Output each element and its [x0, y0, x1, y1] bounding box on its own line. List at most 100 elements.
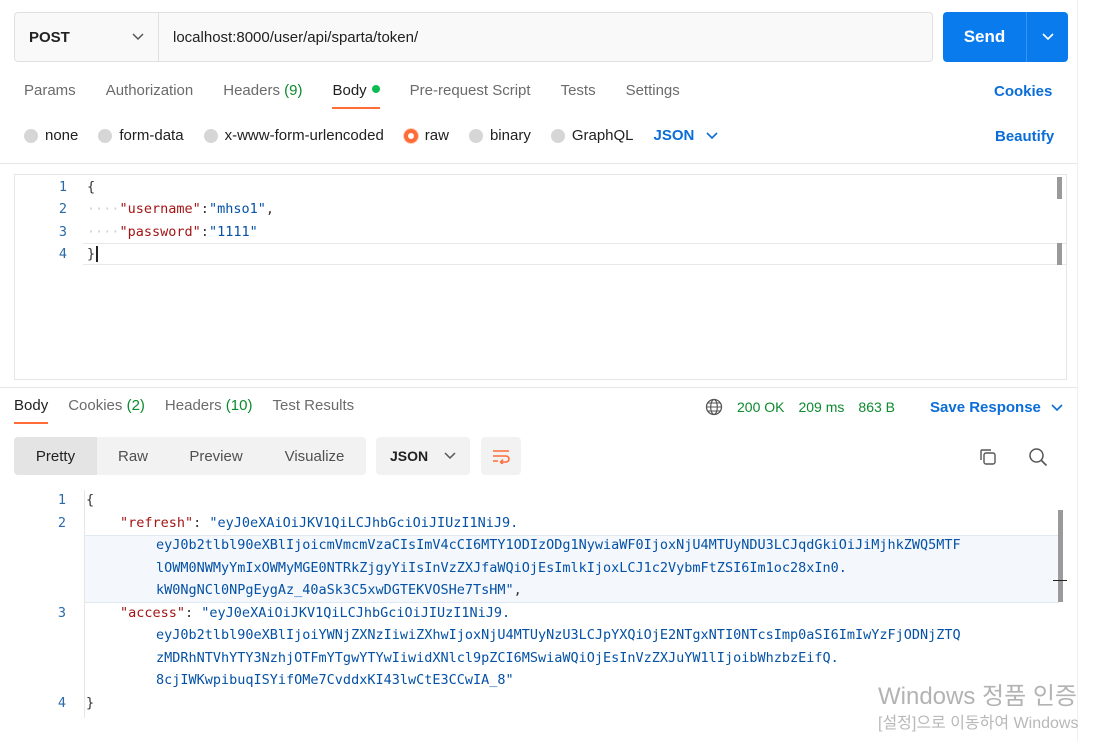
tab-label: Authorization [105, 82, 194, 99]
tab-pre-request-script[interactable]: Pre-request Script [410, 82, 531, 109]
json-value: "eyJ0eXAiOiJKV1QiLCJhbGciOiJIUzI1NiJ9. [209, 515, 519, 531]
radio-label: raw [424, 127, 449, 144]
save-response-label: Save Response [930, 399, 1041, 416]
view-mode-tabs: Pretty Raw Preview Visualize [14, 437, 366, 475]
body-type-selector: none form-data x-www-form-urlencoded raw… [24, 127, 718, 144]
json-value-continued: eyJ0b2tlbl90eXBlIjoiYWNjZXNzIiwiZXhwIjox… [156, 627, 961, 643]
view-visualize[interactable]: Visualize [263, 437, 366, 475]
radio-raw[interactable]: raw [403, 127, 449, 144]
globe-icon[interactable] [705, 398, 723, 416]
brace: { [86, 492, 95, 508]
radio-x-www-form-urlencoded[interactable]: x-www-form-urlencoded [203, 127, 384, 144]
search-icon[interactable] [1028, 447, 1048, 467]
radio-label: binary [489, 127, 531, 144]
radio-none[interactable]: none [24, 127, 78, 144]
response-tabs: Body Cookies (2) Headers (10) Test Resul… [14, 397, 374, 424]
gutter-divider [84, 490, 85, 718]
radio-label: x-www-form-urlencoded [224, 127, 384, 144]
colon: : [200, 224, 209, 240]
line-number: 4 [58, 246, 67, 262]
modified-dot-icon [371, 85, 380, 93]
tab-settings[interactable]: Settings [626, 82, 680, 109]
divider [0, 163, 1077, 164]
code-line: { [86, 492, 94, 508]
response-size[interactable]: 863 B [858, 399, 895, 415]
active-line-highlight [83, 243, 1066, 265]
line-number: 1 [58, 179, 67, 195]
method-select[interactable]: POST [15, 13, 159, 61]
save-response-button[interactable]: Save Response [930, 399, 1063, 416]
chevron-down-icon [1041, 33, 1054, 41]
json-value: "mhso1" [208, 201, 266, 217]
send-button[interactable]: Send [943, 12, 1027, 62]
tab-tests[interactable]: Tests [561, 82, 596, 109]
tab-response-cookies[interactable]: Cookies (2) [68, 397, 145, 424]
tab-body[interactable]: Body [332, 82, 380, 109]
radio-circle [468, 128, 483, 143]
tab-label: Headers [223, 82, 280, 99]
tab-response-headers[interactable]: Headers (10) [165, 397, 253, 424]
cookies-link[interactable]: Cookies [994, 83, 1052, 100]
tab-count: (2) [126, 397, 145, 414]
tab-label: Headers [164, 397, 222, 414]
response-time[interactable]: 209 ms [798, 399, 844, 415]
os-activation-hint: [설정]으로 이동하여 Windows [878, 715, 1079, 732]
scrollbar[interactable] [1057, 177, 1062, 199]
view-pretty[interactable]: Pretty [14, 437, 97, 475]
tab-response-body[interactable]: Body [14, 397, 49, 424]
radio-label: GraphQL [571, 127, 634, 144]
json-key: "access" [120, 605, 186, 621]
body-format-label: JSON [653, 127, 695, 144]
code-line: "access": "eyJ0eXAiOiJKV1QiLCJhbGciOiJIU… [120, 605, 510, 621]
view-preview[interactable]: Preview [169, 437, 263, 475]
tab-label: Test Results [272, 397, 355, 414]
code-line: "refresh": "eyJ0eXAiOiJKV1QiLCJhbGciOiJI… [120, 515, 518, 531]
json-value: kW0NgNCl0NPgEygAz_40aSk3C5xwDGTEKVOSHe7T… [156, 582, 514, 598]
tab-headers[interactable]: Headers (9) [223, 82, 302, 109]
tab-count: (10) [225, 397, 253, 414]
beautify-button[interactable]: Beautify [995, 128, 1054, 145]
json-value: "eyJ0eXAiOiJKV1QiLCJhbGciOiJIUzI1NiJ9. [201, 605, 511, 621]
json-value-continued: lOWM0NWMyYmIxOWMyMGE0NTRkZjgyYiIsInVzZXJ… [156, 560, 847, 576]
code-line: ····"username":"mhso1", [87, 201, 274, 217]
scrollbar[interactable] [1058, 510, 1063, 602]
radio-graphql[interactable]: GraphQL [550, 127, 634, 144]
indent-dots: ···· [87, 224, 120, 240]
divider [0, 387, 1077, 388]
response-status: 200 OK 209 ms 863 B [705, 398, 909, 416]
colon: : [200, 201, 209, 217]
indent-dots: ···· [87, 201, 120, 217]
line-number: 1 [57, 492, 66, 508]
copy-icon[interactable] [978, 447, 998, 467]
tab-test-results[interactable]: Test Results [272, 397, 354, 424]
json-key: "username" [119, 201, 201, 217]
chevron-down-icon [444, 452, 456, 460]
comma: , [513, 582, 522, 598]
radio-circle-selected [403, 128, 418, 143]
wrap-lines-button[interactable] [481, 437, 521, 475]
radio-circle [203, 128, 218, 143]
tab-label: Body [14, 397, 49, 414]
radio-binary[interactable]: binary [468, 127, 531, 144]
radio-form-data[interactable]: form-data [98, 127, 184, 144]
line-number: 2 [57, 515, 66, 531]
send-options-dropdown[interactable] [1027, 12, 1068, 62]
wrap-lines-icon [493, 450, 510, 464]
status-code[interactable]: 200 OK [737, 399, 784, 415]
view-raw[interactable]: Raw [97, 437, 169, 475]
url-input[interactable]: localhost:8000/user/api/sparta/token/ [159, 13, 932, 61]
chevron-down-icon [132, 33, 144, 41]
body-format-select[interactable]: JSON [654, 127, 719, 144]
tab-label: Settings [625, 82, 680, 99]
request-bar: POST localhost:8000/user/api/sparta/toke… [14, 12, 933, 62]
scrollbar-marker [1057, 243, 1062, 265]
brace: { [87, 179, 96, 195]
tab-authorization[interactable]: Authorization [106, 82, 194, 109]
comma: , [265, 201, 274, 217]
tab-params[interactable]: Params [24, 82, 76, 109]
request-body-editor[interactable]: 1 2 3 4 { ····"username":"mhso1", ····"p… [14, 174, 1067, 380]
code-line: ····"password":"1111" [87, 224, 258, 240]
response-format-select[interactable]: JSON [376, 437, 470, 475]
radio-label: none [45, 127, 79, 144]
code-line: kW0NgNCl0NPgEygAz_40aSk3C5xwDGTEKVOSHe7T… [156, 582, 522, 598]
